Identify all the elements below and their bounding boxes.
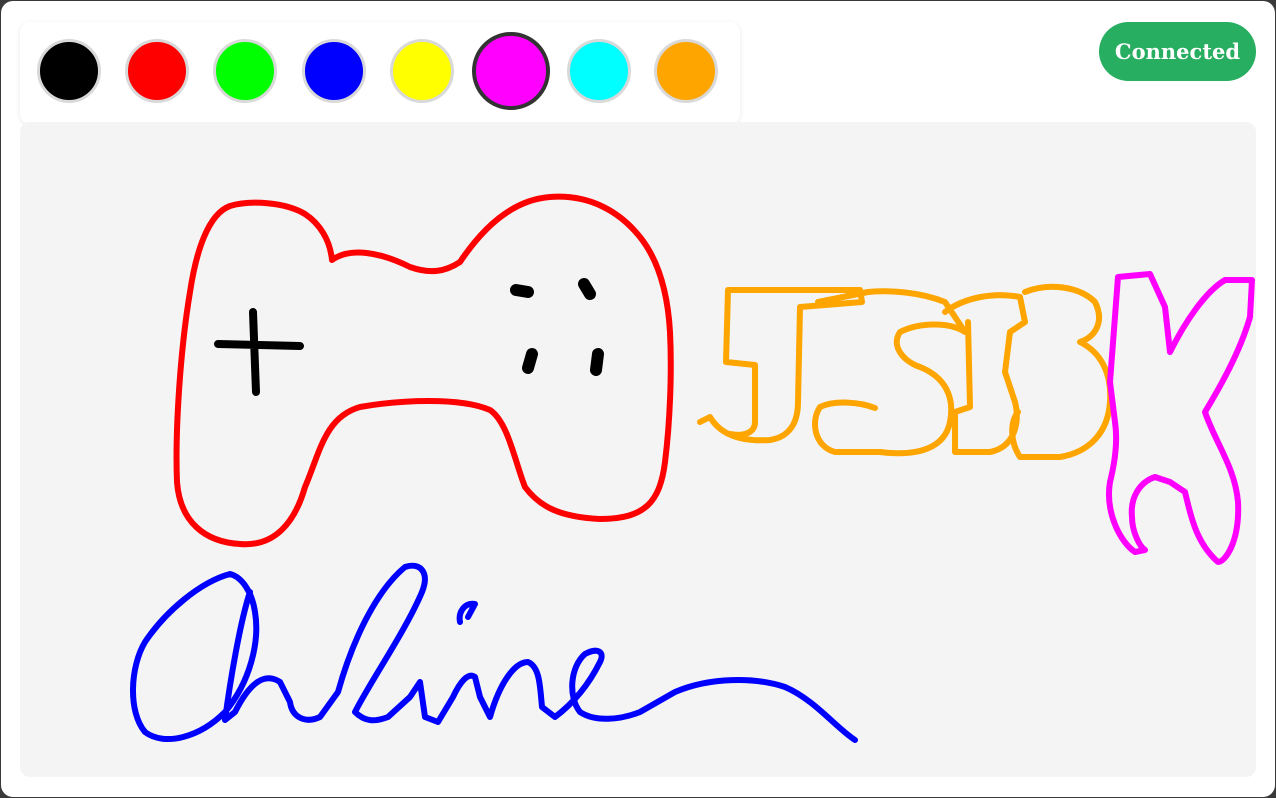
blue-handwriting-stroke <box>130 562 858 743</box>
drawing-canvas[interactable] <box>20 122 1256 777</box>
color-swatch-cyan[interactable] <box>567 39 631 103</box>
drawing-strokes <box>130 193 1255 743</box>
controller-buttons-stroke <box>510 278 604 376</box>
color-swatch-orange[interactable] <box>654 39 718 103</box>
app-window: Connected <box>1 1 1275 797</box>
orange-lettering-stroke <box>697 283 1114 460</box>
color-swatch-black[interactable] <box>37 39 101 103</box>
connection-status-badge: Connected <box>1099 22 1256 81</box>
color-palette <box>20 22 740 124</box>
color-swatch-magenta[interactable] <box>472 32 550 110</box>
color-swatch-green[interactable] <box>213 39 277 103</box>
controller-dpad-stroke <box>214 308 304 396</box>
color-swatch-red[interactable] <box>125 39 189 103</box>
color-swatch-yellow[interactable] <box>390 39 454 103</box>
magenta-lettering-stroke <box>1106 271 1255 565</box>
color-swatch-blue[interactable] <box>302 39 366 103</box>
